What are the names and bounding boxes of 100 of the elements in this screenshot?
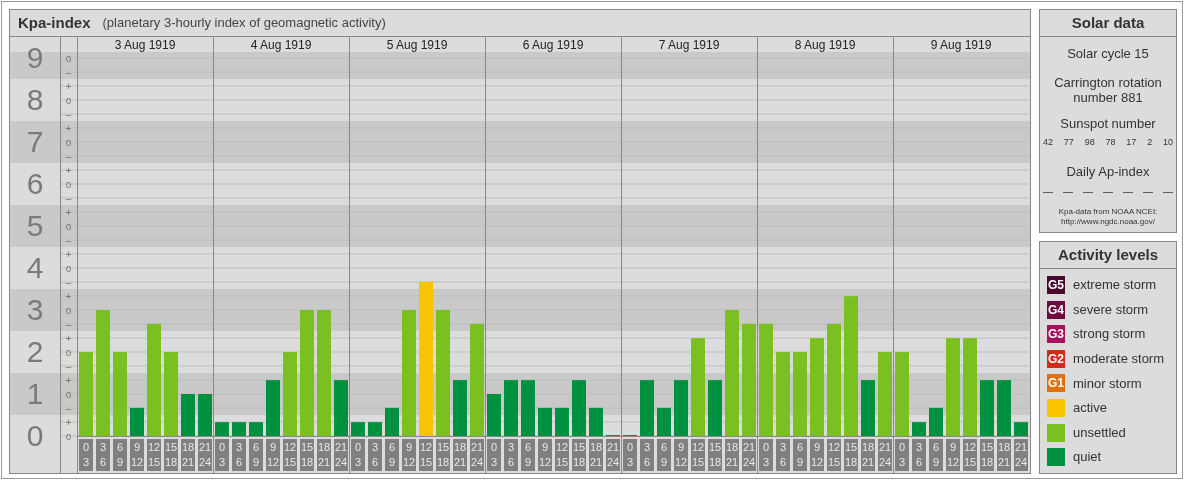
hour-label: 3 6 <box>640 439 654 471</box>
hour-label: 18 21 <box>453 439 467 471</box>
panel-title: Solar data <box>1040 10 1176 37</box>
level-badge: G1 <box>1047 374 1065 393</box>
chart-title: Kpa-index <box>18 12 91 33</box>
ap-index-value: — <box>1163 185 1173 199</box>
tick-label: – <box>65 193 72 204</box>
hour-label: 21 24 <box>198 439 212 471</box>
sunspot-title: Sunspot number <box>1060 114 1156 133</box>
source-text: Kpa-data from NOAA NCEI: <box>1058 207 1158 217</box>
level-label: strong storm <box>1073 325 1146 344</box>
hour-label: 3 6 <box>912 439 926 471</box>
hour-label: 0 3 <box>351 439 365 471</box>
tick-label: o <box>65 305 72 316</box>
chart-subtitle: (planetary 3-hourly index of geomagnetic activity) <box>102 14 386 33</box>
tick-label: o <box>65 431 72 442</box>
ap-index-value: — <box>1103 185 1113 199</box>
hour-label: 15 18 <box>300 439 314 471</box>
hour-label: 3 6 <box>368 439 382 471</box>
hour-label: 6 9 <box>793 439 807 471</box>
hour-label: 21 24 <box>878 439 892 471</box>
hour-label: 0 3 <box>759 439 773 471</box>
level-label: extreme storm <box>1073 276 1157 295</box>
tick-label: o <box>65 347 72 358</box>
hour-label: 3 6 <box>232 439 246 471</box>
sunspot-value: 42 <box>1043 136 1053 149</box>
date-label: 5 Aug 1919 <box>386 38 448 52</box>
tick-label: o <box>65 221 72 232</box>
level-badge: G4 <box>1047 300 1065 319</box>
hour-label: 9 12 <box>810 439 824 471</box>
date-label: 9 Aug 1919 <box>930 38 992 52</box>
tick-label: – <box>65 403 72 414</box>
ap-index-value: — <box>1143 185 1153 199</box>
hour-label: 12 15 <box>283 439 297 471</box>
tick-label: – <box>65 361 72 372</box>
hour-label: 18 21 <box>725 439 739 471</box>
hour-label: 6 9 <box>113 439 127 471</box>
tick-label: + <box>65 207 72 218</box>
hour-label: 21 24 <box>470 439 484 471</box>
hour-label: 15 18 <box>708 439 722 471</box>
hour-label: 3 6 <box>504 439 518 471</box>
hour-label: 15 18 <box>164 439 178 471</box>
hour-label: 18 21 <box>181 439 195 471</box>
tick-label: o <box>65 95 72 106</box>
axis-label: 5 <box>25 211 45 241</box>
hour-label: 9 12 <box>402 439 416 471</box>
tick-label: + <box>65 333 72 344</box>
level-label: quiet <box>1073 448 1102 467</box>
hour-label: 9 12 <box>130 439 144 471</box>
date-label: 4 Aug 1919 <box>250 38 312 52</box>
axis-label: 8 <box>25 85 45 115</box>
tick-label: o <box>65 53 72 64</box>
tick-label: + <box>65 417 72 428</box>
hour-label: 15 18 <box>436 439 450 471</box>
hour-label: 18 21 <box>317 439 331 471</box>
hour-label: 3 6 <box>96 439 110 471</box>
axis-label: 7 <box>25 127 45 157</box>
level-label: severe storm <box>1073 300 1149 319</box>
carrington-rotation-text: Carrington rotation number 881 <box>1053 74 1163 105</box>
tick-label: + <box>65 291 72 302</box>
hour-label: 6 9 <box>385 439 399 471</box>
hour-label: 0 3 <box>215 439 229 471</box>
level-badge: G5 <box>1047 276 1065 294</box>
axis-label: 3 <box>25 295 45 325</box>
tick-label: + <box>65 81 72 92</box>
sunspot-value: 10 <box>1162 136 1173 149</box>
tick-label: – <box>65 67 72 78</box>
hour-label: 0 3 <box>623 439 637 471</box>
tick-label: + <box>65 249 72 260</box>
hour-label: 21 24 <box>1014 439 1028 471</box>
hour-label: 15 18 <box>572 439 586 471</box>
hour-label: 21 24 <box>742 439 756 471</box>
hour-label: 15 18 <box>844 439 858 471</box>
hour-label: 12 15 <box>963 439 977 471</box>
tick-label: – <box>65 319 72 330</box>
hour-label: 0 3 <box>79 439 93 471</box>
hour-label: 6 9 <box>521 439 535 471</box>
hour-label: 18 21 <box>997 439 1011 471</box>
solar-cycle-text: Solar cycle 15 <box>1067 45 1149 63</box>
level-label: active <box>1073 399 1107 418</box>
tick-label: + <box>65 123 72 134</box>
level-label: unsettled <box>1073 423 1126 442</box>
axis-label: 6 <box>25 169 45 199</box>
sunspot-value: 2 <box>1147 136 1153 149</box>
axis-label: 9 <box>25 43 45 73</box>
source-link[interactable]: http://www.ngdc.noaa.gov/ <box>1061 217 1155 227</box>
hour-label: 9 12 <box>266 439 280 471</box>
hour-label: 3 6 <box>776 439 790 471</box>
sunspot-value: 17 <box>1126 136 1137 149</box>
ap-index-value: — <box>1083 185 1093 199</box>
level-label: minor storm <box>1073 374 1142 393</box>
axis-label: 1 <box>25 379 45 409</box>
date-label: 7 Aug 1919 <box>658 38 720 52</box>
ap-index-value: — <box>1123 185 1133 199</box>
hour-label: 9 12 <box>946 439 960 471</box>
hour-label: 9 12 <box>538 439 552 471</box>
hour-label: 9 12 <box>674 439 688 471</box>
panel-title: Activity levels <box>1040 242 1176 269</box>
hour-label: 12 15 <box>419 439 433 471</box>
date-label: 6 Aug 1919 <box>522 38 584 52</box>
